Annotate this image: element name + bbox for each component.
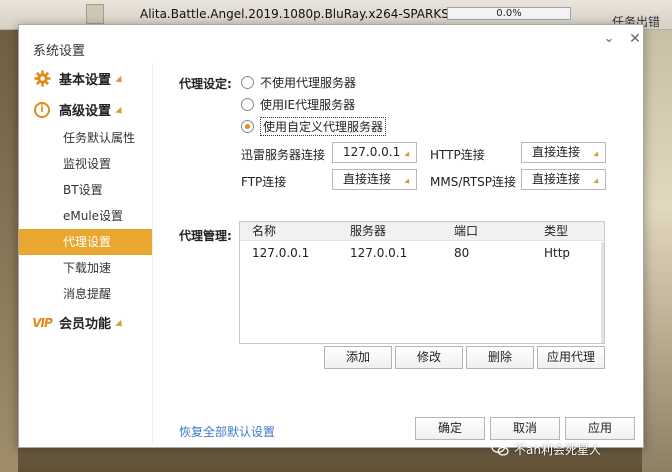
chevron-down-icon — [404, 178, 412, 186]
restore-defaults-link[interactable]: 恢复全部默认设置 — [179, 423, 275, 440]
watermark-text: 不an利会死星人 — [514, 442, 601, 457]
cell-server: 127.0.0.1 — [350, 246, 408, 260]
chevron-down-icon — [115, 106, 125, 117]
mms-rtsp-connection-select[interactable]: 直接连接 — [521, 169, 606, 190]
radio-ie-proxy[interactable]: 使用IE代理服务器 — [241, 96, 355, 113]
vip-icon: VIP — [32, 315, 53, 330]
radio-button[interactable] — [241, 76, 254, 89]
table-row[interactable]: 127.0.0.1 127.0.0.1 80 Http — [240, 241, 604, 265]
dialog-title: 系统设置 — [33, 44, 86, 59]
chevron-down-icon — [115, 319, 125, 330]
delete-button[interactable]: 删除 — [466, 346, 534, 369]
ok-button[interactable]: 确定 — [415, 417, 485, 440]
manage-section-label: 代理管理: — [179, 229, 232, 243]
download-progress-text: 0.0% — [496, 8, 522, 19]
http-connection-value: 直接连接 — [532, 145, 581, 159]
close-button[interactable]: ✕ — [627, 31, 643, 47]
sidebar-item-monitor[interactable]: 监视设置 — [19, 151, 152, 177]
proxy-section-label: 代理设定: — [179, 77, 232, 91]
column-header-type[interactable]: 类型 — [534, 222, 604, 240]
chevron-down-icon — [593, 178, 601, 186]
sidebar-item-emule[interactable]: eMule设置 — [19, 203, 152, 229]
sidebar-item-notifications[interactable]: 消息提醒 — [19, 281, 152, 307]
cell-type: Http — [544, 246, 571, 260]
sidebar-item-proxy[interactable]: 代理设置 — [19, 229, 152, 255]
column-header-port[interactable]: 端口 — [442, 222, 534, 240]
cell-name: 127.0.0.1 — [252, 246, 310, 260]
mms-rtsp-connection-value: 直接连接 — [532, 172, 581, 186]
sidebar-item-task-defaults[interactable]: 任务默认属性 — [19, 125, 152, 151]
chevron-down-icon — [404, 151, 412, 159]
sidebar-group-label: 基本设置 — [59, 73, 112, 88]
table-header: 名称 服务器 端口 类型 — [240, 222, 604, 241]
http-label: HTTP连接 — [430, 148, 485, 162]
xunlei-server-label: 迅雷服务器连接 — [241, 148, 326, 162]
settings-sidebar: 基本设置 i 高级设置 任务默认属性 监视设置 BT设置 eMule设置 代理设… — [19, 63, 152, 347]
download-file-name: Alita.Battle.Angel.2019.1080p.BluRay.x26… — [140, 7, 469, 21]
sidebar-group-vip[interactable]: VIP 会员功能 — [19, 307, 152, 338]
sidebar-group-advanced[interactable]: i 高级设置 — [19, 94, 152, 125]
http-connection-select[interactable]: 直接连接 — [521, 142, 606, 163]
radio-label: 不使用代理服务器 — [260, 76, 357, 90]
xunlei-server-value: 127.0.0.1 — [343, 145, 401, 159]
radio-label: 使用自定义代理服务器 — [260, 117, 387, 136]
sidebar-group-label: 高级设置 — [59, 104, 112, 119]
edit-button[interactable]: 修改 — [395, 346, 463, 369]
cell-port: 80 — [454, 246, 470, 260]
ftp-label: FTP连接 — [241, 175, 287, 189]
wechat-icon — [491, 441, 509, 456]
sidebar-item-acceleration[interactable]: 下载加速 — [19, 255, 152, 281]
mms-rtsp-label: MMS/RTSP连接 — [430, 175, 517, 189]
download-progress-bar: 0.0% — [447, 7, 571, 20]
watermark: 不an利会死星人 — [491, 438, 601, 460]
radio-button-checked[interactable] — [241, 120, 254, 133]
gear-icon — [33, 70, 51, 88]
settings-dialog: 系统设置 ⌄ ✕ 基本设置 i 高级设置 任务默认属性 监视设置 BT设置 eM… — [18, 24, 644, 448]
xunlei-server-select[interactable]: 127.0.0.1 — [332, 142, 417, 163]
ftp-connection-select[interactable]: 直接连接 — [332, 169, 417, 190]
sidebar-item-bt[interactable]: BT设置 — [19, 177, 152, 203]
proxy-table: 名称 服务器 端口 类型 127.0.0.1 127.0.0.1 80 Http — [239, 221, 605, 344]
apply-button[interactable]: 应用 — [565, 417, 635, 440]
minimize-button[interactable]: ⌄ — [601, 31, 617, 47]
background-right-edge — [642, 30, 672, 472]
cancel-button[interactable]: 取消 — [490, 417, 560, 440]
apply-proxy-button[interactable]: 应用代理 — [537, 346, 605, 369]
radio-button[interactable] — [241, 98, 254, 111]
info-icon: i — [33, 101, 51, 119]
column-header-name[interactable]: 名称 — [240, 222, 340, 240]
background-left-edge — [0, 30, 18, 472]
ftp-connection-value: 直接连接 — [343, 172, 392, 186]
radio-no-proxy[interactable]: 不使用代理服务器 — [241, 74, 356, 91]
sidebar-group-label: 会员功能 — [59, 317, 112, 332]
radio-label: 使用IE代理服务器 — [260, 98, 356, 112]
chevron-down-icon — [115, 75, 125, 86]
add-button[interactable]: 添加 — [324, 346, 392, 369]
file-thumbnail — [86, 4, 104, 24]
sidebar-divider — [152, 63, 153, 443]
column-header-server[interactable]: 服务器 — [340, 222, 442, 240]
sidebar-group-basic[interactable]: 基本设置 — [19, 63, 152, 94]
chevron-down-icon — [593, 151, 601, 159]
table-scrollbar[interactable] — [601, 242, 604, 343]
radio-custom-proxy[interactable]: 使用自定义代理服务器 — [241, 117, 387, 136]
